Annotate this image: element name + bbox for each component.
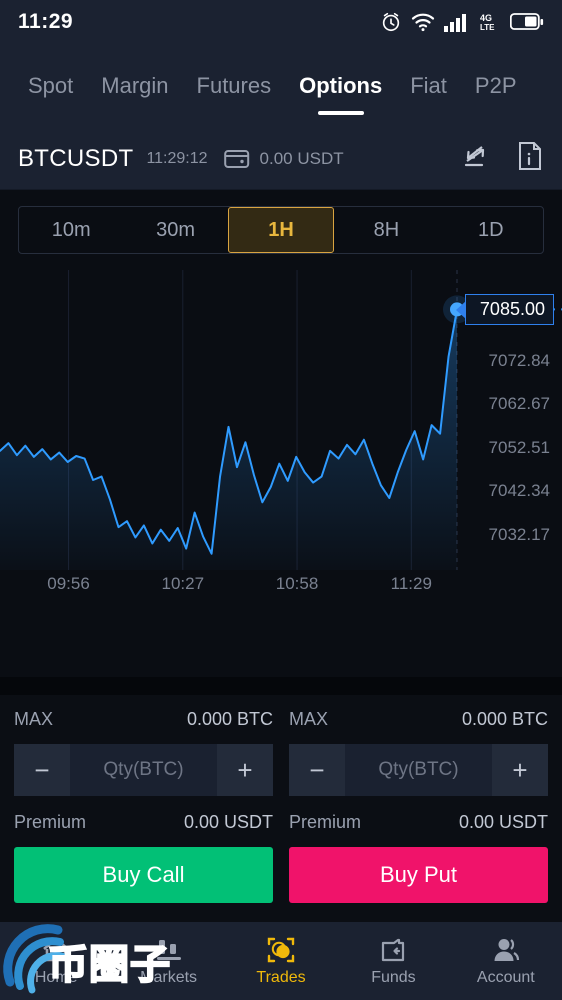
timeframe-1h[interactable]: 1H	[227, 207, 335, 253]
price-chart: 7085.00 7072.84 7062.67 7052.51 7042.34 …	[0, 270, 562, 593]
call-quantity-stepper[interactable]: − Qty(BTC) +	[14, 744, 273, 796]
symbol-header-actions	[460, 141, 544, 176]
price-tick: 7062.67	[488, 394, 550, 414]
nav-item-home[interactable]: Home	[0, 935, 112, 987]
put-max-row: MAX 0.000 BTC	[289, 709, 548, 730]
timeframe-10m[interactable]: 10m	[19, 207, 123, 253]
nav-item-trades[interactable]: Trades	[225, 935, 337, 987]
call-increment-button[interactable]: +	[217, 744, 273, 796]
price-tick: 7052.51	[488, 437, 550, 457]
call-order-column: MAX 0.000 BTC − Qty(BTC) + Premium 0.00 …	[14, 709, 273, 903]
home-icon	[41, 935, 71, 965]
svg-text:LTE: LTE	[480, 23, 495, 32]
wifi-icon	[411, 11, 435, 33]
nav-label-home: Home	[34, 969, 78, 986]
timeframe-8h[interactable]: 8H	[334, 207, 438, 253]
wallet-icon	[223, 148, 250, 170]
time-tick: 10:27	[161, 574, 205, 593]
funds-icon	[378, 935, 408, 965]
call-max-value: 0.000 BTC	[186, 709, 273, 729]
nav-item-funds[interactable]: Funds	[337, 935, 449, 987]
symbol-header: BTCUSDT 11:29:12 0.00 USDT	[0, 128, 562, 190]
timeframe-30m[interactable]: 30m	[123, 207, 227, 253]
time-tick: 11:29	[390, 574, 432, 593]
put-max-label[interactable]: MAX	[289, 709, 328, 730]
put-quantity-stepper[interactable]: − Qty(BTC) +	[289, 744, 548, 796]
put-decrement-button[interactable]: −	[289, 744, 345, 796]
status-bar-icons: 4G LTE	[380, 11, 544, 33]
status-bar: 11:29 4G LTE	[0, 0, 562, 44]
call-premium-value: 0.00 USDT	[183, 812, 273, 832]
current-price-badge: 7085.00	[464, 294, 554, 326]
price-tick: 7042.34	[488, 481, 550, 501]
symbol-name[interactable]: BTCUSDT	[18, 145, 133, 173]
info-document-icon[interactable]	[516, 141, 544, 176]
call-qty-input[interactable]: Qty(BTC)	[70, 744, 217, 796]
call-max-label[interactable]: MAX	[14, 709, 53, 730]
call-max-row: MAX 0.000 BTC	[14, 709, 273, 730]
signal-icon	[444, 12, 470, 32]
put-premium-row: Premium 0.00 USDT	[289, 812, 548, 833]
wallet-balance: 0.00 USDT	[259, 148, 344, 168]
alarm-icon	[380, 11, 402, 33]
order-panel: MAX 0.000 BTC − Qty(BTC) + Premium 0.00 …	[0, 695, 562, 903]
price-tick: 7072.84	[488, 350, 550, 370]
transfer-icon[interactable]	[460, 141, 490, 176]
nav-item-markets[interactable]: Markets	[112, 935, 224, 987]
time-tick: 10:58	[275, 574, 319, 593]
app-screen: 11:29 4G LTE Spot Margin Futures Options …	[0, 0, 562, 1000]
nav-label-funds: Funds	[371, 969, 416, 986]
time-axis: 09:56 10:27 10:58 11:29	[0, 570, 457, 604]
put-increment-button[interactable]: +	[492, 744, 548, 796]
nav-label-trades: Trades	[256, 969, 306, 986]
put-premium-value: 0.00 USDT	[458, 812, 548, 832]
price-tick: 7032.17	[488, 524, 550, 544]
tab-margin[interactable]: Margin	[87, 44, 182, 128]
top-tab-bar[interactable]: Spot Margin Futures Options Fiat P2P	[0, 44, 562, 128]
buy-put-button[interactable]: Buy Put	[289, 847, 548, 903]
put-qty-input[interactable]: Qty(BTC)	[345, 744, 492, 796]
call-premium-label: Premium	[14, 812, 87, 832]
price-axis: 7085.00 7072.84 7062.67 7052.51 7042.34 …	[457, 270, 562, 570]
markets-icon	[154, 935, 184, 965]
4glte-icon: 4G LTE	[479, 12, 501, 32]
chart-panel: 10m 30m 1H 8H 1D 7085.00 7072.84 7062.67…	[0, 190, 562, 677]
battery-icon	[510, 13, 544, 31]
nav-label-account: Account	[476, 969, 535, 986]
tab-options[interactable]: Options	[285, 44, 396, 128]
tab-fiat[interactable]: Fiat	[396, 44, 461, 128]
timeframe-selector[interactable]: 10m 30m 1H 8H 1D	[18, 206, 544, 254]
tab-spot[interactable]: Spot	[14, 44, 87, 128]
symbol-time: 11:29:12	[146, 149, 208, 167]
put-premium-label: Premium	[289, 812, 362, 832]
time-tick: 09:56	[47, 574, 90, 593]
bottom-navigation[interactable]: Home Markets Trades Funds Account	[0, 922, 562, 1000]
svg-text:4G: 4G	[480, 13, 492, 23]
nav-label-markets: Markets	[140, 969, 198, 986]
tab-p2p[interactable]: P2P	[461, 44, 531, 128]
put-max-value: 0.000 BTC	[461, 709, 548, 729]
call-decrement-button[interactable]: −	[14, 744, 70, 796]
call-premium-row: Premium 0.00 USDT	[14, 812, 273, 833]
tab-futures[interactable]: Futures	[183, 44, 286, 128]
trades-icon	[265, 935, 297, 965]
timeframe-1d[interactable]: 1D	[439, 207, 543, 253]
panel-divider	[0, 677, 562, 695]
nav-item-account[interactable]: Account	[450, 935, 562, 987]
account-icon	[491, 935, 521, 965]
put-order-column: MAX 0.000 BTC − Qty(BTC) + Premium 0.00 …	[289, 709, 548, 903]
buy-call-button[interactable]: Buy Call	[14, 847, 273, 903]
status-bar-time: 11:29	[18, 10, 74, 33]
